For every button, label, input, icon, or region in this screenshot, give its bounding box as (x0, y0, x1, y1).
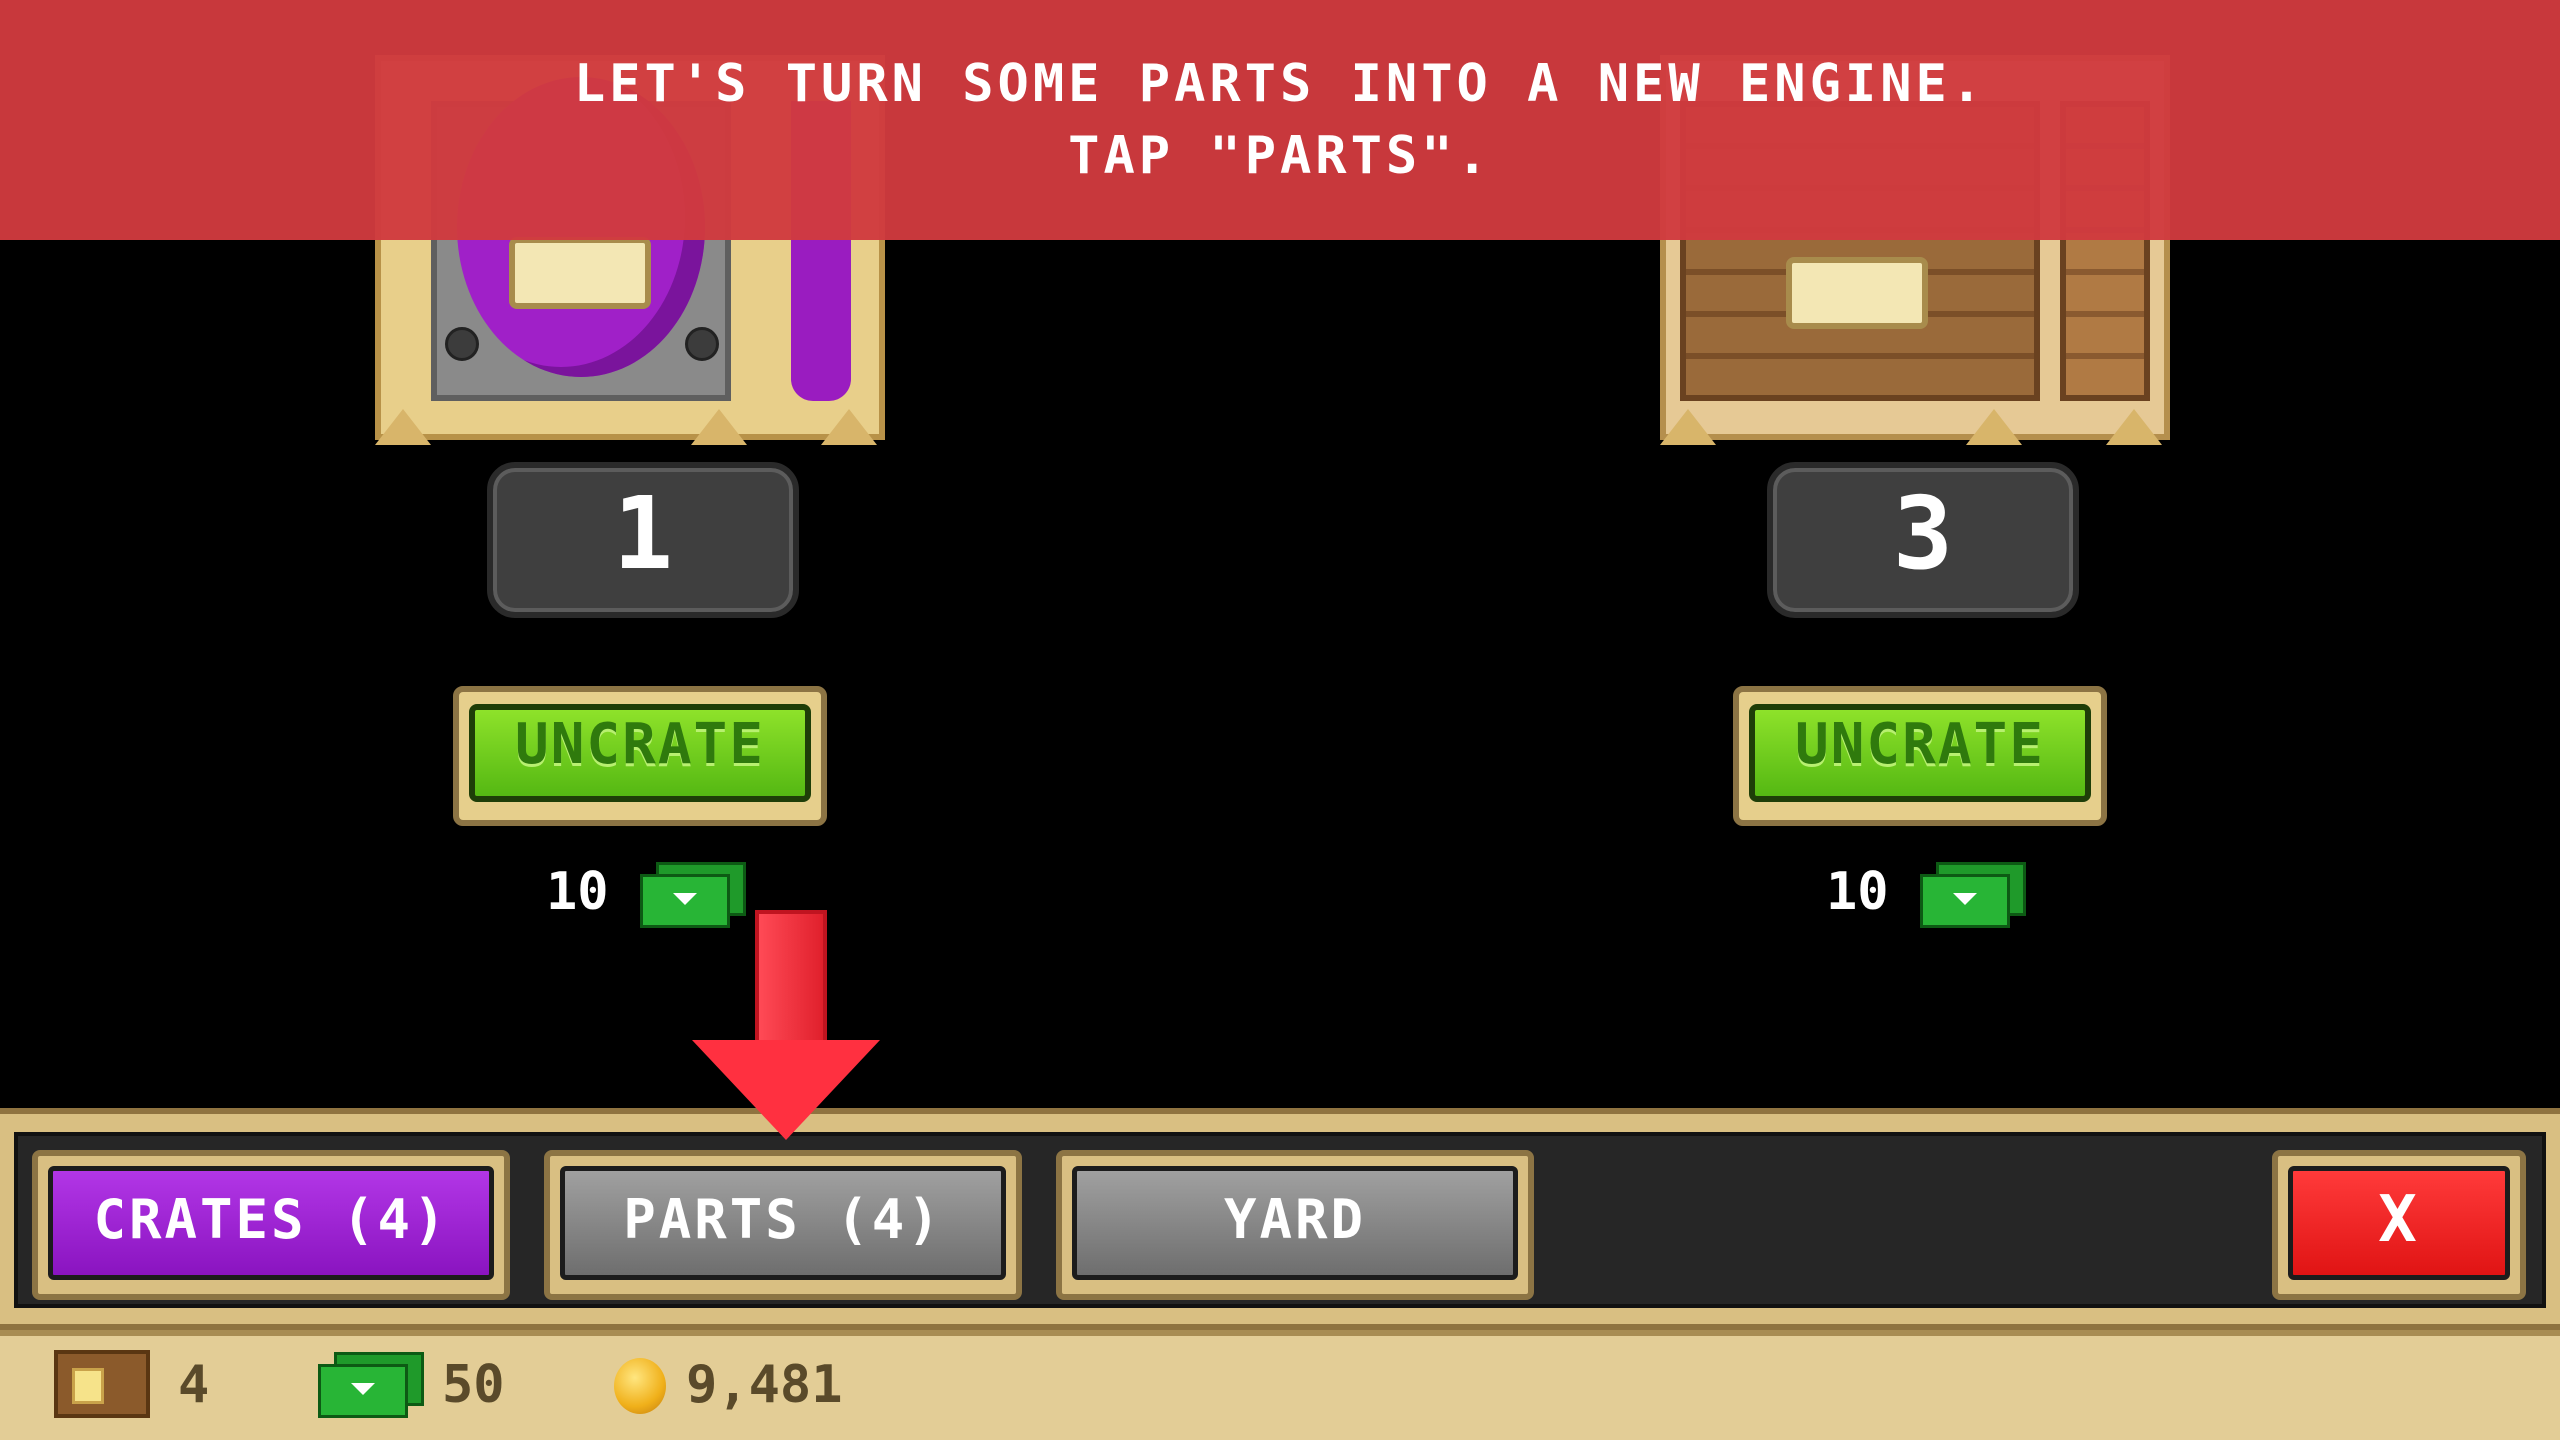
tab-crates[interactable]: CRATES (4) (32, 1150, 510, 1300)
cash-total: 50 (442, 1355, 505, 1415)
bolt-icon (445, 327, 479, 361)
cash-icon (318, 1352, 424, 1418)
crate-corner (2106, 409, 2162, 445)
close-icon: X (2288, 1166, 2510, 1280)
tutorial-banner: LET'S TURN SOME PARTS INTO A NEW ENGINE.… (0, 0, 2560, 240)
tab-yard[interactable]: YARD (1056, 1150, 1534, 1300)
tutorial-line-1: LET'S TURN SOME PARTS INTO A NEW ENGINE. (573, 54, 1987, 114)
crate-total: 4 (178, 1355, 210, 1415)
tab-crates-label: CRATES (4) (48, 1166, 494, 1280)
tab-yard-label: YARD (1072, 1166, 1518, 1280)
crate-corner (1966, 409, 2022, 445)
crate-corner (1660, 409, 1716, 445)
uncrate-button[interactable]: UNCRATE (1733, 686, 2107, 826)
cash-icon (1920, 862, 2026, 928)
crate-icon (54, 1350, 150, 1418)
tutorial-line-2: TAP "PARTS". (1068, 126, 1492, 186)
crate-count-badge: 3 (1767, 462, 2079, 618)
tab-parts[interactable]: PARTS (4) (544, 1150, 1022, 1300)
crate-latch (509, 237, 651, 309)
uncrate-cost: 10 (546, 862, 609, 922)
coin-total: 9,481 (686, 1355, 843, 1415)
cash-icon (640, 862, 746, 928)
close-button[interactable]: X (2272, 1150, 2526, 1300)
crate-corner (691, 409, 747, 445)
crate-corner (375, 409, 431, 445)
crate-corner (821, 409, 877, 445)
tutorial-arrow-head (692, 1040, 880, 1140)
tab-parts-label: PARTS (4) (560, 1166, 1006, 1280)
tutorial-arrow-icon (755, 910, 827, 1058)
crate-count-badge: 1 (487, 462, 799, 618)
uncrate-button-label: UNCRATE (469, 704, 811, 802)
crate-latch (1786, 257, 1928, 329)
bolt-icon (685, 327, 719, 361)
uncrate-button[interactable]: UNCRATE (453, 686, 827, 826)
uncrate-button-label: UNCRATE (1749, 704, 2091, 802)
coin-icon (614, 1358, 666, 1414)
uncrate-cost: 10 (1826, 862, 1889, 922)
